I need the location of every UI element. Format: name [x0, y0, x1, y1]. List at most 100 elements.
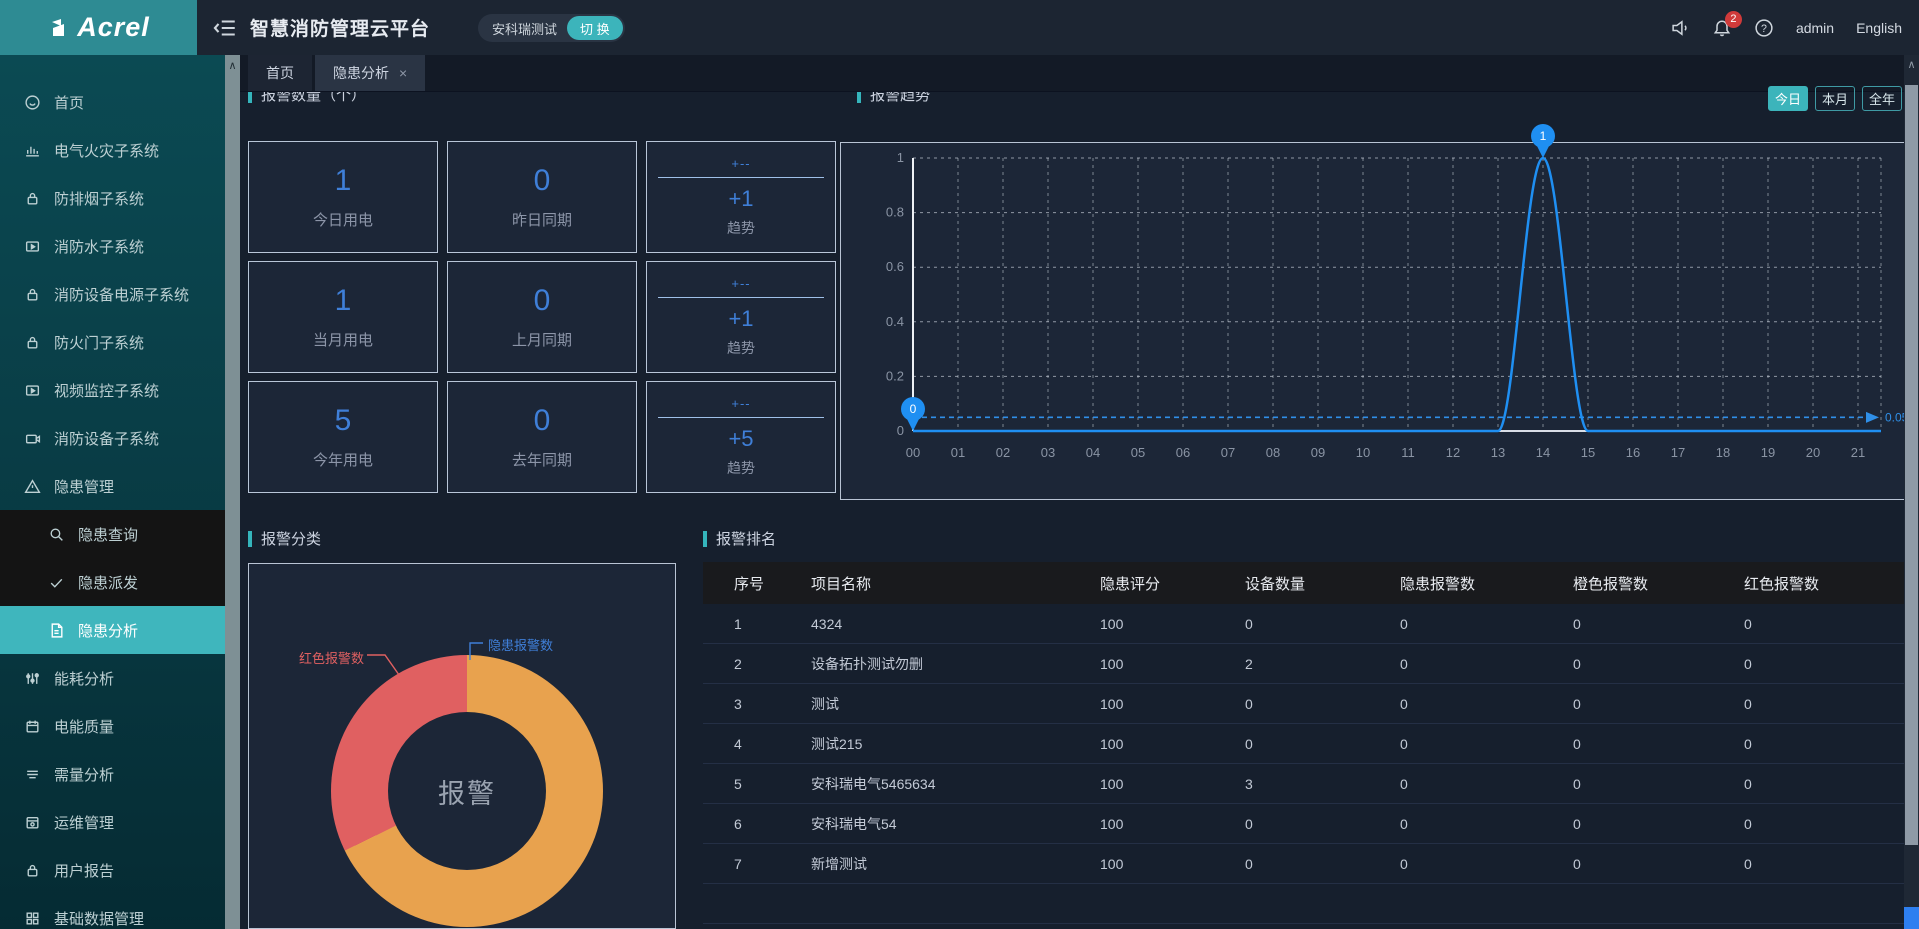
sidebar-item-基础数据管理[interactable]: 基础数据管理 — [0, 894, 225, 929]
logo-text: Acrel — [77, 12, 150, 43]
tab-close-icon[interactable]: × — [399, 65, 407, 81]
svg-text:17: 17 — [1671, 445, 1685, 460]
doc-icon — [48, 622, 65, 639]
trend-label: 趋势 — [727, 218, 755, 238]
stat-card-今日用电: 1今日用电 — [248, 141, 438, 253]
stat-card-上月同期: 0上月同期 — [447, 261, 637, 373]
bell-icon[interactable]: 2 — [1712, 18, 1732, 38]
language-switch[interactable]: English — [1856, 20, 1902, 36]
range-button-本月[interactable]: 本月 — [1815, 86, 1855, 111]
username[interactable]: admin — [1796, 20, 1834, 36]
sidebar-item-用户报告[interactable]: 用户报告 — [0, 846, 225, 894]
stat-value: 0 — [534, 404, 551, 437]
table-cell: 100 — [1100, 656, 1245, 672]
table-cell: 0 — [1573, 856, 1744, 872]
table-row[interactable]: 6安科瑞电气541000000 — [703, 804, 1904, 844]
table-cell: 100 — [1100, 736, 1245, 752]
sidebar-item-电气火灾子系统[interactable]: 电气火灾子系统 — [0, 126, 225, 174]
alarm-rank-title: 报警排名 — [703, 528, 776, 549]
sidebar-item-隐患派发[interactable]: 隐患派发 — [0, 558, 225, 606]
org-name: 安科瑞测试 — [492, 19, 557, 38]
table-cell: 0 — [1744, 776, 1904, 792]
scroll-up-icon[interactable]: ∧ — [1904, 58, 1919, 71]
stat-value: 0 — [534, 284, 551, 317]
switch-org-button[interactable]: 切 换 — [567, 16, 623, 40]
table-cell: 0 — [1744, 616, 1904, 632]
sidebar-item-消防水子系统[interactable]: 消防水子系统 — [0, 222, 225, 270]
sidebar-item-消防设备电源子系统[interactable]: 消防设备电源子系统 — [0, 270, 225, 318]
table-cell: 0 — [1573, 656, 1744, 672]
sidebar-item-首页[interactable]: 首页 — [0, 78, 225, 126]
table-cell: 5 — [734, 776, 811, 792]
svg-text:21: 21 — [1851, 445, 1865, 460]
table-row[interactable]: 143241000000 — [703, 604, 1904, 644]
table-cell: 0 — [1400, 696, 1573, 712]
sidebar-item-运维管理[interactable]: 运维管理 — [0, 798, 225, 846]
table-cell: 测试215 — [811, 734, 1100, 754]
svg-text:0: 0 — [897, 423, 904, 438]
sidebar-item-label: 隐患查询 — [78, 524, 138, 545]
sidebar-item-电能质量[interactable]: 电能质量 — [0, 702, 225, 750]
table-cell: 100 — [1100, 816, 1245, 832]
tab-首页[interactable]: 首页 — [248, 54, 312, 91]
table-row[interactable]: 2设备拓扑测试勿删1002000 — [703, 644, 1904, 684]
sidebar-item-防排烟子系统[interactable]: 防排烟子系统 — [0, 174, 225, 222]
sidebar-item-label: 电能质量 — [54, 716, 114, 737]
svg-text:03: 03 — [1041, 445, 1055, 460]
alarm-rank-table: 序号项目名称隐患评分设备数量隐患报警数橙色报警数红色报警数14324100000… — [703, 562, 1904, 929]
sidebar-item-消防设备子系统[interactable]: 消防设备子系统 — [0, 414, 225, 462]
chart-icon — [24, 142, 41, 159]
table-cell: 0 — [1245, 696, 1400, 712]
column-header-隐患评分: 隐患评分 — [1100, 573, 1245, 594]
column-header-隐患报警数: 隐患报警数 — [1400, 573, 1573, 594]
column-header-橙色报警数: 橙色报警数 — [1573, 573, 1744, 594]
table-cell: 0 — [1400, 656, 1573, 672]
tab-隐患分析[interactable]: 隐患分析× — [315, 54, 425, 91]
table-cell: 新增测试 — [811, 854, 1100, 874]
column-header-序号: 序号 — [734, 573, 811, 594]
alarm-category-chart: 报警 隐患报警数 红色报警数 — [248, 563, 676, 929]
sidebar-item-label: 隐患派发 — [78, 572, 138, 593]
sound-icon[interactable] — [1670, 18, 1690, 38]
trend-divider — [658, 177, 824, 178]
sidebar-item-视频监控子系统[interactable]: 视频监控子系统 — [0, 366, 225, 414]
table-row[interactable]: 3测试1000000 — [703, 684, 1904, 724]
sidebar-scrollbar[interactable]: ∧ — [225, 55, 240, 929]
stat-label: 今年用电 — [313, 449, 373, 470]
table-cell: 2 — [734, 656, 811, 672]
sidebar-item-隐患查询[interactable]: 隐患查询 — [0, 510, 225, 558]
table-row-empty — [703, 884, 1904, 924]
table-row[interactable]: 4测试2151000000 — [703, 724, 1904, 764]
sidebar-item-隐患管理[interactable]: 隐患管理 — [0, 462, 225, 510]
table-cell: 3 — [734, 696, 811, 712]
range-button-今日[interactable]: 今日 — [1768, 86, 1808, 111]
table-cell: 100 — [1100, 856, 1245, 872]
sidebar-item-隐患分析[interactable]: 隐患分析 — [0, 606, 225, 654]
home-face-icon — [24, 94, 41, 111]
page-scrollbar[interactable]: ∧ — [1904, 55, 1919, 929]
tab-bar: 首页隐患分析× — [240, 55, 1919, 92]
sidebar-item-防火门子系统[interactable]: 防火门子系统 — [0, 318, 225, 366]
sidebar-collapse-icon[interactable] — [212, 15, 238, 41]
svg-text:04: 04 — [1086, 445, 1100, 460]
sidebar-item-需量分析[interactable]: 需量分析 — [0, 750, 225, 798]
sidebar-item-label: 运维管理 — [54, 812, 114, 833]
sidebar-item-label: 能耗分析 — [54, 668, 114, 689]
svg-text:15: 15 — [1581, 445, 1595, 460]
help-icon[interactable]: ? — [1754, 18, 1774, 38]
sidebar-submenu: 隐患查询隐患派发隐患分析 — [0, 510, 225, 654]
sidebar-item-能耗分析[interactable]: 能耗分析 — [0, 654, 225, 702]
sidebar: 首页电气火灾子系统防排烟子系统消防水子系统消防设备电源子系统防火门子系统视频监控… — [0, 55, 225, 929]
trend-label: 趋势 — [727, 338, 755, 358]
trend-divider — [658, 297, 824, 298]
scroll-down-button[interactable] — [1904, 907, 1919, 929]
scrollbar-thumb[interactable] — [1905, 85, 1918, 845]
table-cell: 0 — [1400, 776, 1573, 792]
range-button-全年[interactable]: 全年 — [1862, 86, 1902, 111]
table-row[interactable]: 5安科瑞电气54656341003000 — [703, 764, 1904, 804]
alarm-trend-chart: 00.20.40.60.8100010203040506070809101112… — [840, 142, 1910, 500]
table-cell: 100 — [1100, 616, 1245, 632]
scroll-up-icon[interactable]: ∧ — [225, 59, 240, 72]
table-row[interactable]: 7新增测试1000000 — [703, 844, 1904, 884]
stat-label: 当月用电 — [313, 329, 373, 350]
